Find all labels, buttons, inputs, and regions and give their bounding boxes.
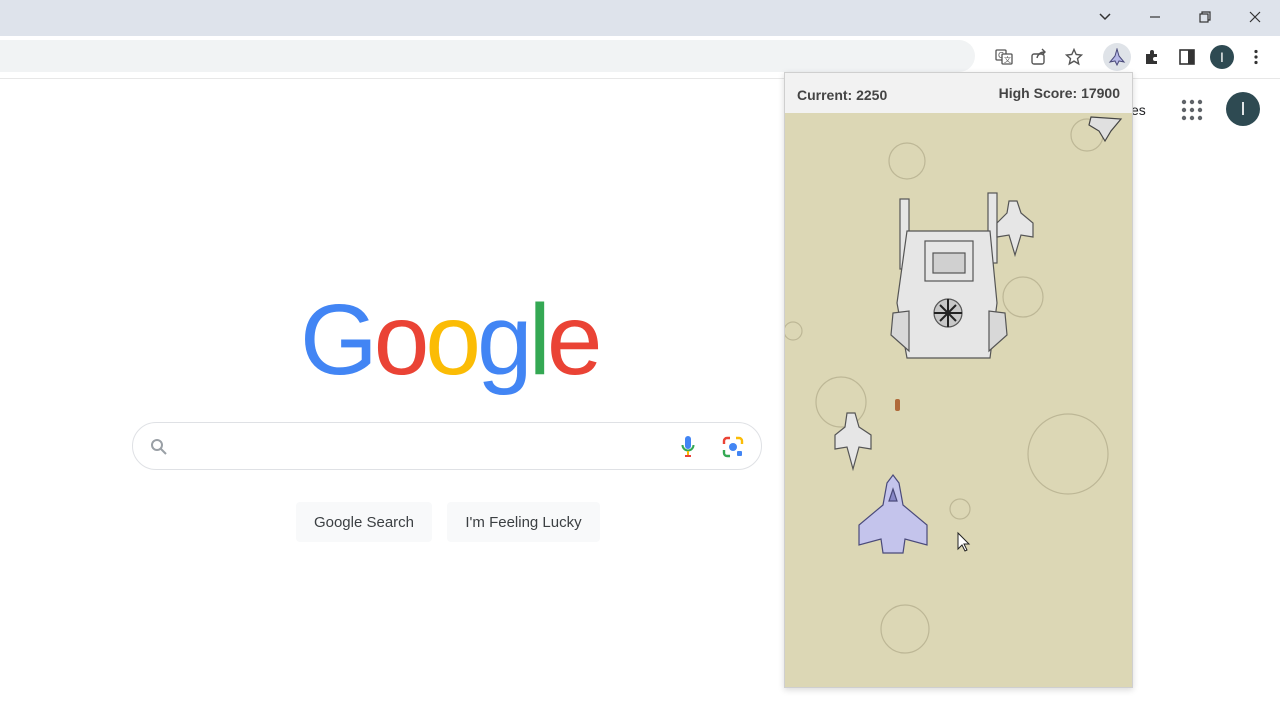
logo-letter: o [373, 284, 430, 396]
enemy-bullet [895, 399, 900, 411]
side-panel-button[interactable] [1173, 43, 1201, 71]
side-panel-icon [1179, 49, 1195, 65]
header-link-partial[interactable]: es [1131, 102, 1146, 118]
minimize-button[interactable] [1132, 0, 1178, 34]
player-ship [858, 474, 928, 554]
tab-search-button[interactable] [1082, 0, 1128, 34]
share-button[interactable] [1025, 43, 1053, 71]
restore-button[interactable] [1182, 0, 1228, 34]
chevron-down-icon [1099, 13, 1111, 21]
google-apps-icon[interactable] [1180, 98, 1204, 122]
current-score: Current: 2250 [797, 87, 888, 103]
logo-letter: g [477, 284, 533, 396]
puzzle-icon [1146, 50, 1157, 64]
game-canvas[interactable] [785, 113, 1132, 687]
restore-icon [1199, 11, 1211, 23]
close-icon [1249, 11, 1261, 23]
camera-lens-icon[interactable] [722, 436, 744, 458]
browser-title-bar [0, 0, 1280, 36]
spaceship-icon [1108, 48, 1126, 66]
search-input[interactable] [181, 433, 665, 461]
bookmark-star-icon [1065, 48, 1083, 66]
translate-icon: G文 [995, 49, 1013, 65]
address-bar[interactable] [0, 40, 975, 72]
asteroid-field [785, 118, 1109, 654]
logo-letter: G [300, 284, 378, 396]
feeling-lucky-button[interactable]: I'm Feeling Lucky [447, 502, 600, 542]
profile-avatar: I [1210, 45, 1234, 69]
more-menu-button[interactable] [1242, 43, 1270, 71]
corner-enemy-ship [1088, 116, 1123, 143]
mouse-cursor [957, 531, 971, 552]
bookmark-button[interactable] [1060, 43, 1088, 71]
logo-letter: o [425, 284, 481, 396]
score-bar: Current: 2250 High Score: 17900 [785, 73, 1132, 114]
extensions-button[interactable] [1138, 43, 1166, 71]
logo-letter: e [546, 284, 603, 396]
game-extension-popup: Current: 2250 High Score: 17900 [784, 72, 1133, 688]
translate-button[interactable]: G文 [990, 43, 1018, 71]
google-search-button[interactable]: Google Search [296, 502, 432, 542]
boss-enemy-ship [890, 192, 1008, 359]
svg-text:文: 文 [1004, 55, 1011, 64]
search-box[interactable] [132, 422, 762, 470]
profile-button[interactable]: I [1208, 43, 1236, 71]
share-icon [1031, 48, 1046, 65]
game-extension-button[interactable] [1103, 43, 1131, 71]
minimize-icon [1150, 16, 1160, 18]
high-score: High Score: 17900 [998, 85, 1120, 101]
logo-letter: l [528, 284, 551, 396]
microphone-icon[interactable] [681, 435, 695, 459]
close-button[interactable] [1232, 0, 1278, 34]
google-logo: Google [300, 290, 602, 390]
account-avatar[interactable]: I [1226, 92, 1260, 126]
more-vert-icon [1254, 49, 1258, 65]
search-icon [151, 439, 167, 455]
